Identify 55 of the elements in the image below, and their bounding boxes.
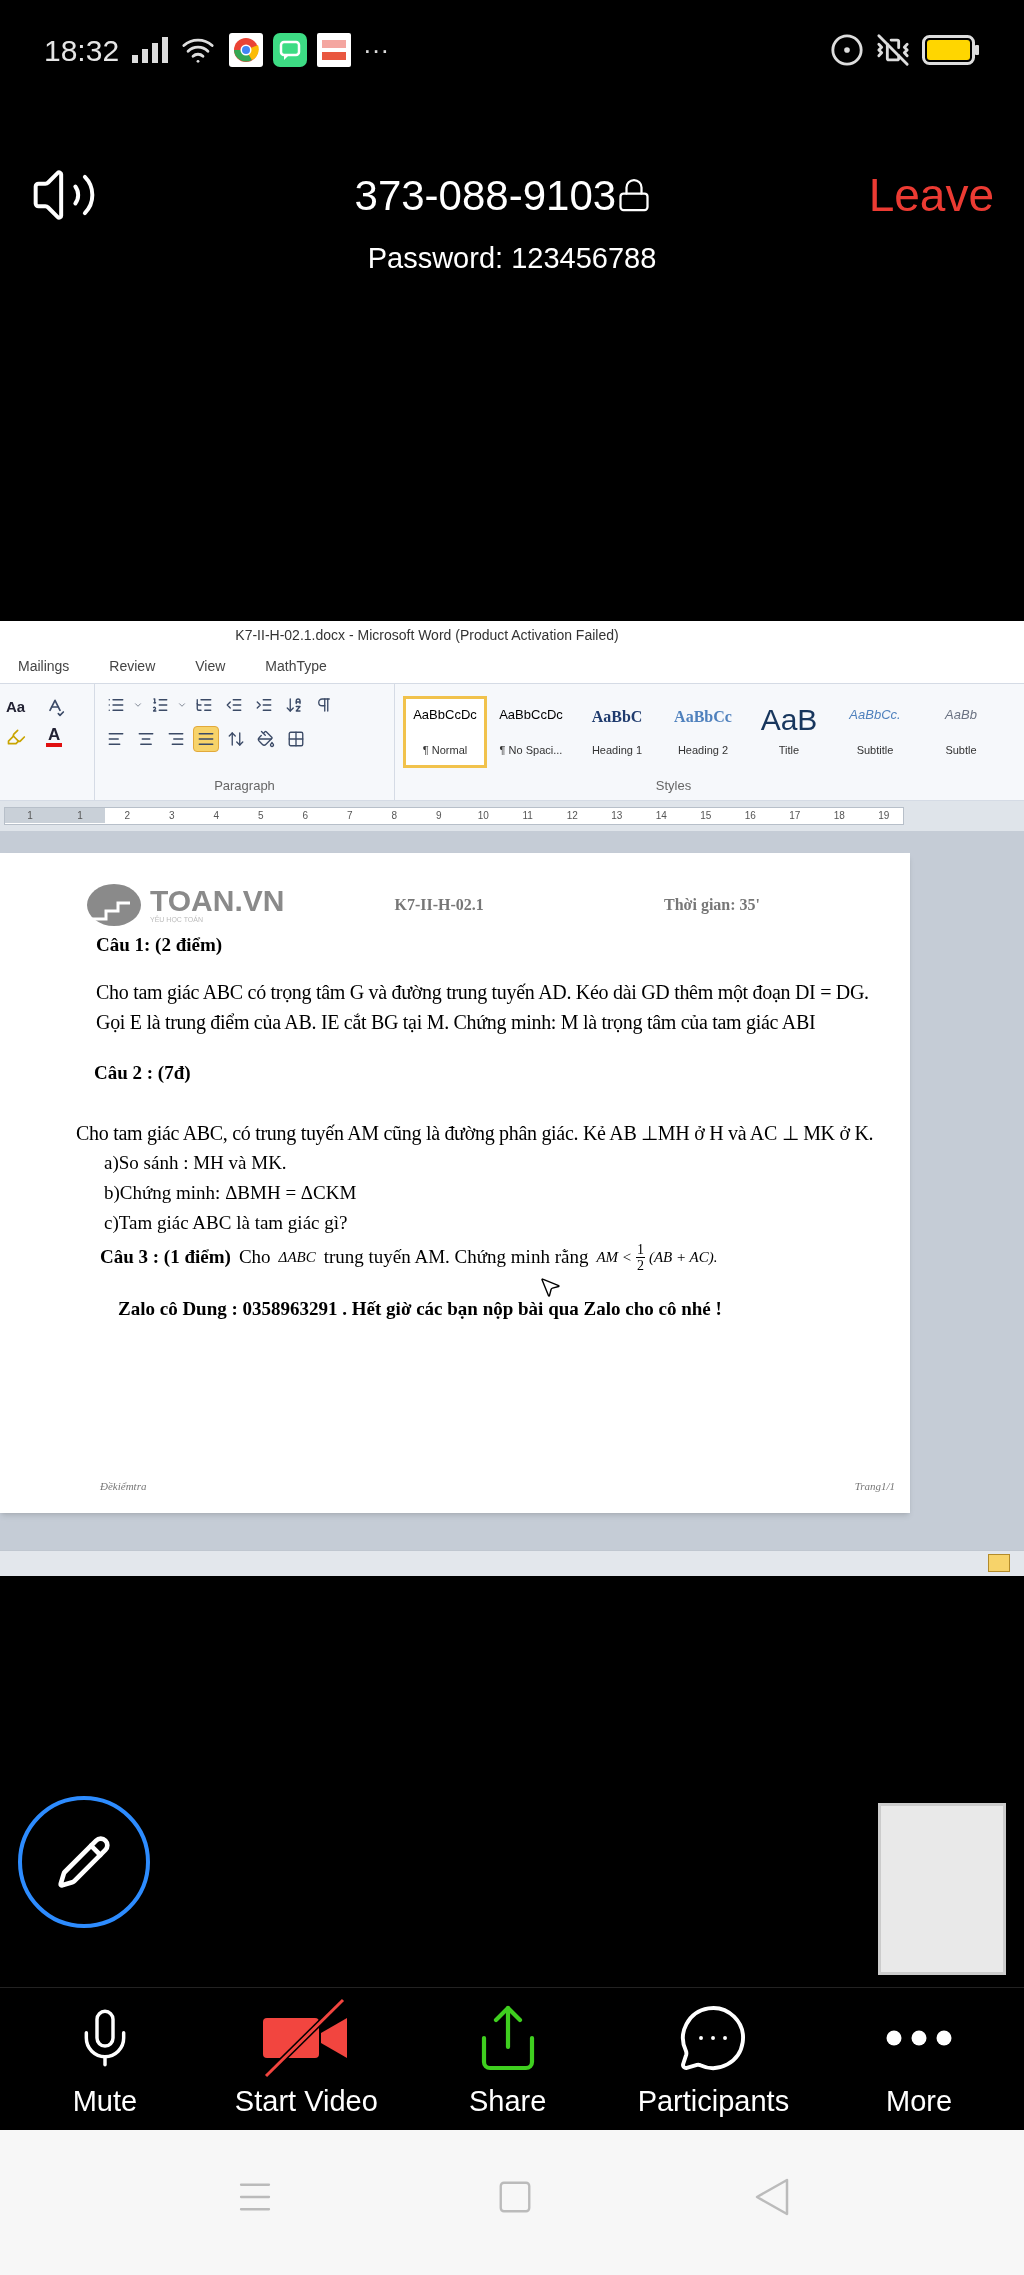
toolbar-button[interactable]: Participants: [637, 1993, 790, 2124]
toolbar-button[interactable]: Mute: [44, 1993, 165, 2124]
group-label: Styles: [655, 777, 692, 795]
style-tile[interactable]: AaBbCcDc ¶ Normal: [403, 695, 487, 768]
page-number: Trang1/1: [854, 1479, 895, 1494]
logo-icon: [86, 882, 142, 927]
more-notifications-text: ···: [363, 33, 390, 67]
style-tile[interactable]: AaBb Subtle: [919, 695, 1003, 768]
change-case-button[interactable]: Aa: [6, 695, 26, 718]
question-heading: Câu 2 : (7đ): [94, 1061, 192, 1085]
screen-record-icon: [830, 33, 864, 67]
toolbar-button[interactable]: Start Video: [234, 1993, 378, 2124]
clock-time: 18:32: [44, 32, 120, 69]
style-tile[interactable]: AaB Title: [747, 695, 831, 768]
ribbon-tab[interactable]: Review: [109, 656, 156, 677]
meeting-id: 373-088-9103: [354, 170, 617, 221]
sub-question: b)Chứng minh: ΔBMH = ΔCKM: [104, 1180, 357, 1205]
font-color-button[interactable]: A: [46, 726, 63, 747]
window-title: K7-II-H-02.1.docx - Microsoft Word (Product Activation Failed): [235, 626, 619, 645]
leave-button[interactable]: Leave: [868, 160, 994, 230]
browser-app-icon: [229, 33, 264, 67]
view-toggle-icon[interactable]: [988, 1554, 1010, 1572]
ruler: 1 1 2 3 4 5 6 7 8 9 10 11 12 13 14 15 16 17 18 19: [0, 800, 1024, 831]
style-tile[interactable]: AaBbCc Heading 2: [661, 695, 745, 768]
style-tile[interactable]: AaBbCc. Subtitle: [833, 695, 917, 768]
video-thumbnail[interactable]: [878, 1802, 1006, 1975]
toolbar-button[interactable]: Share: [447, 1993, 568, 2124]
news-app-icon: [317, 33, 352, 67]
ribbon-tab[interactable]: Mailings: [18, 656, 70, 677]
message-app-icon: [273, 33, 308, 67]
sub-question: c)Tam giác ABC là tam giác gì?: [104, 1210, 348, 1235]
annotate-button[interactable]: [18, 1795, 150, 1928]
toolbar-button[interactable]: More: [859, 1993, 980, 2124]
ribbon-tab[interactable]: View: [195, 656, 226, 677]
question-heading: Câu 1: (2 điểm): [96, 932, 224, 957]
align-icon[interactable]: [193, 725, 219, 752]
signal-icon: [131, 37, 170, 63]
vibrate-off-icon: [876, 33, 910, 67]
logo-text: TOAN.VN: [150, 886, 285, 916]
more-icon: [886, 2029, 953, 2046]
ribbon-tab[interactable]: MathType: [265, 656, 327, 677]
style-tile[interactable]: AaBbC Heading 1: [575, 695, 659, 768]
group-label: Paragraph: [214, 777, 275, 795]
battery-icon: [922, 35, 980, 65]
exam-time: Thời gian: 35': [664, 894, 760, 916]
exam-code: K7-II-H-02.1: [394, 894, 484, 915]
page-footer: Đềkiểmtra: [100, 1478, 147, 1495]
note-text: Zalo cô Dung : 0358963291 . Hết giờ các bạn nộp bài qua Zalo cho cô nhé !: [118, 1296, 723, 1321]
meeting-password: Password: 123456788: [367, 241, 657, 276]
pencil-icon: [56, 1833, 112, 1890]
mouse-cursor-icon: [538, 1275, 562, 1299]
sub-question: a)So sánh : MH và MK.: [104, 1150, 287, 1175]
question-text: Cho tam giác ABC có trọng tâm G và đường trung tuyến AD. Kéo dài GD thêm một đoạn DI = DG. Gọi E là trung điểm của AB. IE cắt BG tại M. Chứng minh: M là trọng tâm của tam giác ABI: [96, 980, 870, 1036]
style-tile[interactable]: AaBbCcDc ¶ No Spaci...: [489, 695, 573, 768]
question-text: Cho tam giác ABC, có trung tuyến AM cũng là đường phân giác. Kẻ AB ⊥MH ở H và AC ⊥ MK ở K.: [76, 1120, 875, 1147]
